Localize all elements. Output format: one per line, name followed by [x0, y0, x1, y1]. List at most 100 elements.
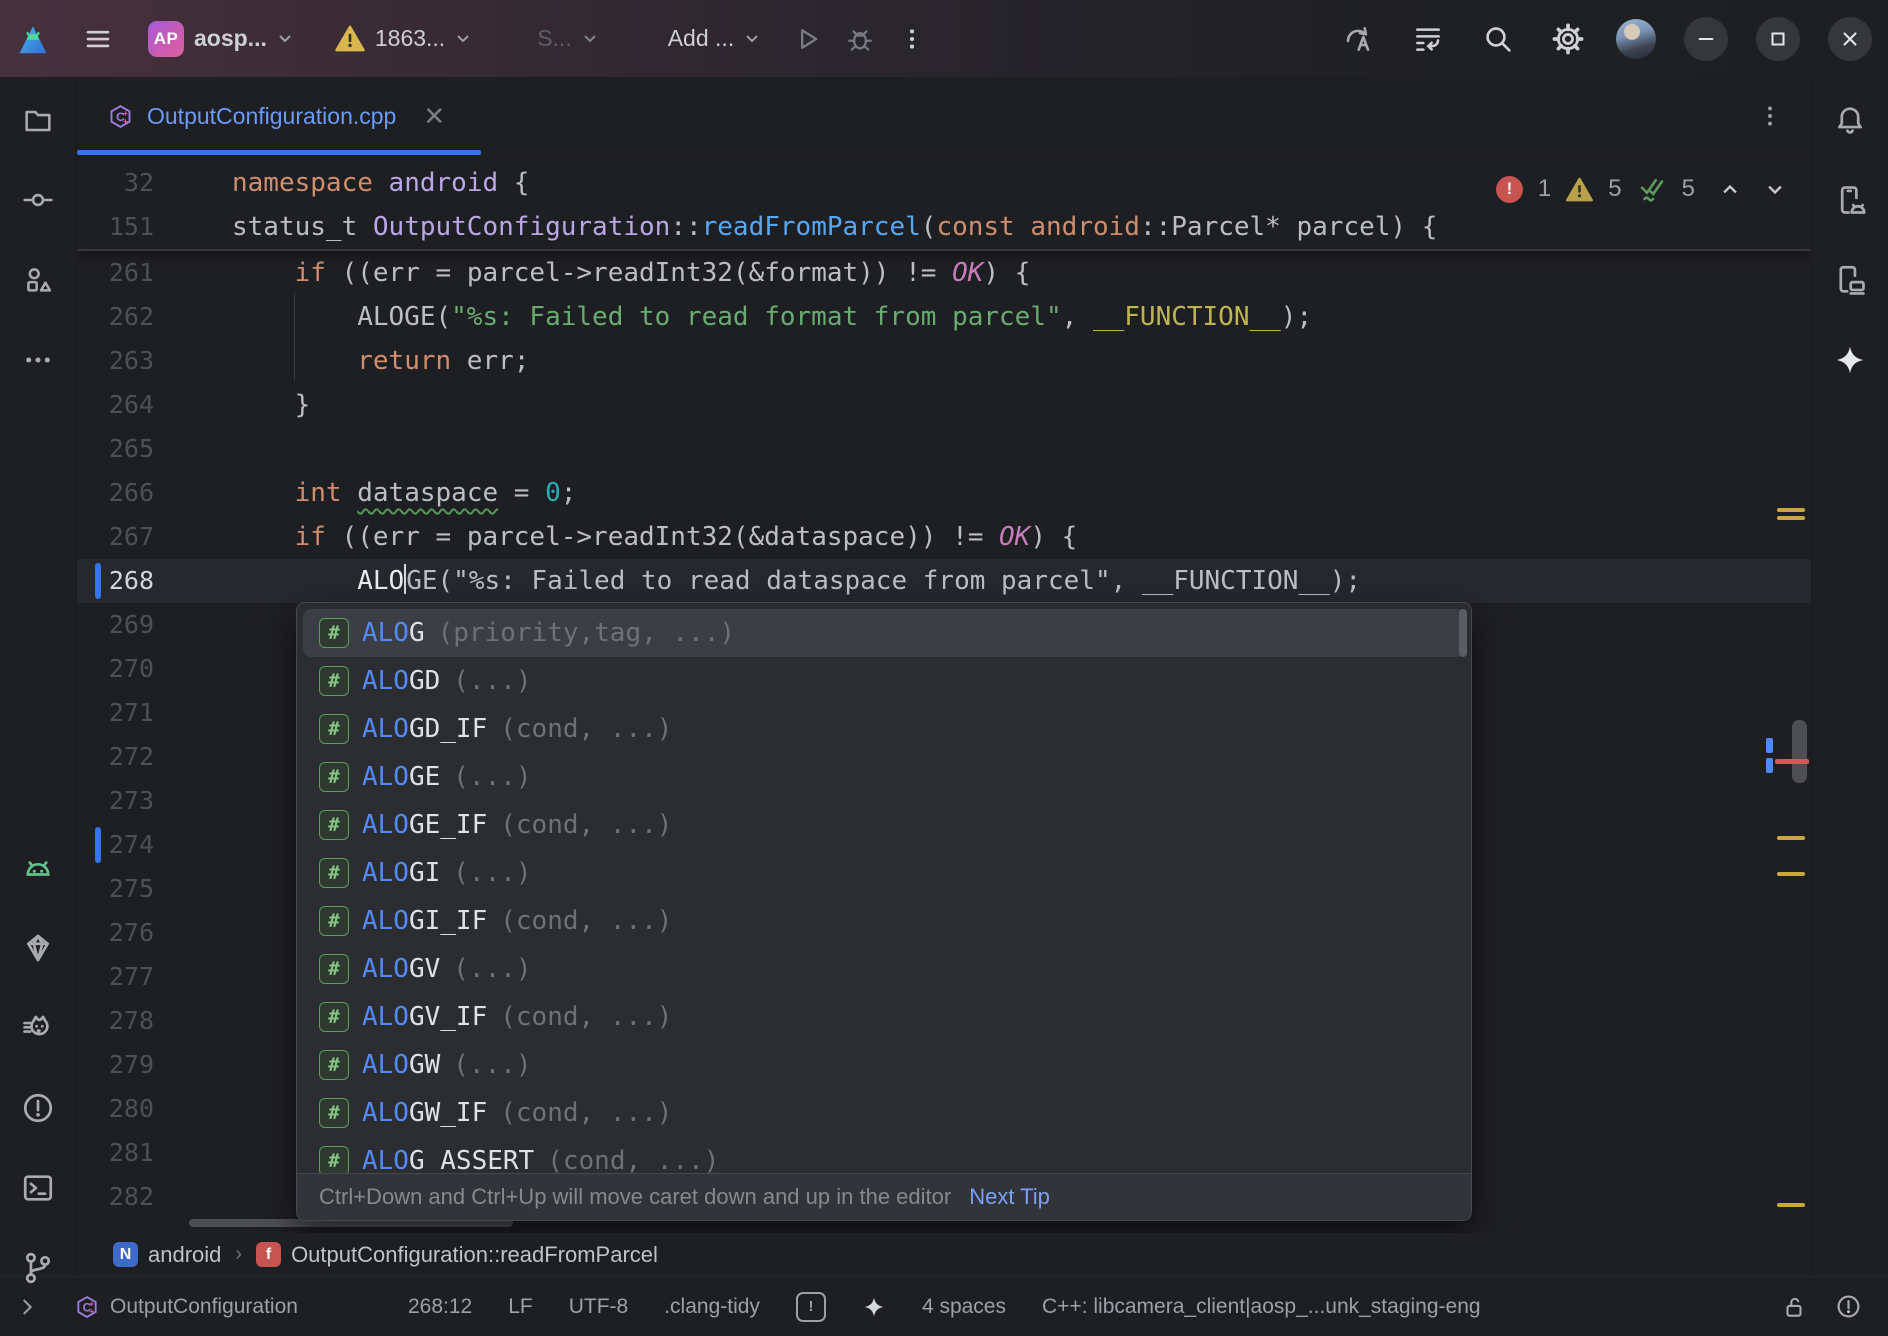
code-text[interactable]: ALOGE("%s: Failed to read format from pa… — [154, 295, 1312, 339]
line-number[interactable]: 275 — [77, 867, 154, 911]
stripe-caret-mark[interactable] — [1766, 738, 1773, 753]
line-number[interactable]: 266 — [77, 471, 154, 515]
warning-count[interactable]: 5 — [1608, 175, 1621, 203]
code-text[interactable] — [154, 427, 232, 471]
linter-widget[interactable]: .clang-tidy — [664, 1295, 760, 1319]
code-text[interactable]: if ((err = parcel->readInt32(&dataspace)… — [154, 515, 1077, 559]
status-file-widget[interactable]: C + + OutputConfiguration — [74, 1294, 298, 1320]
completion-item[interactable]: #ALOGE(...) — [303, 753, 1465, 801]
version-control-tool-button[interactable] — [13, 1243, 63, 1293]
line-number[interactable]: 263 — [77, 339, 154, 383]
line-number[interactable]: 280 — [77, 1087, 154, 1131]
commit-tool-button[interactable] — [13, 175, 63, 225]
completion-item[interactable]: #ALOGD_IF(cond, ...) — [303, 705, 1465, 753]
completion-item[interactable]: #ALOGW_IF(cond, ...) — [303, 1089, 1465, 1137]
inspections-widget[interactable]: ! 1 5 5 — [1496, 169, 1785, 209]
line-number[interactable]: 271 — [77, 691, 154, 735]
stripe-warning-mark[interactable] — [1777, 1203, 1805, 1207]
code-line[interactable]: 151status_t OutputConfiguration::readFro… — [77, 205, 1811, 249]
code-line[interactable]: 263 return err; — [77, 339, 1811, 383]
code-line[interactable]: 262 ALOGE("%s: Failed to read format fro… — [77, 295, 1811, 339]
line-number[interactable]: 277 — [77, 955, 154, 999]
code-line[interactable]: 261 if ((err = parcel->readInt32(&format… — [77, 251, 1811, 295]
app-inspection-tool-button[interactable] — [13, 923, 63, 973]
code-text[interactable] — [154, 867, 232, 911]
passed-count[interactable]: 5 — [1682, 175, 1695, 203]
code-text[interactable]: ALOGE("%s: Failed to read dataspace from… — [154, 559, 1361, 603]
build-target-widget[interactable]: C++: libcamera_client|aosp_...unk_stagin… — [1042, 1295, 1481, 1319]
unlocked-padlock-icon[interactable] — [1781, 1294, 1807, 1320]
device-selector[interactable]: Add ... — [668, 25, 760, 52]
code-line[interactable]: 264 } — [77, 383, 1811, 427]
code-text[interactable] — [154, 911, 232, 955]
code-line[interactable]: 265 — [77, 427, 1811, 471]
inspections-bubble-icon[interactable]: ! — [796, 1292, 826, 1322]
code-line[interactable]: 268 ALOGE("%s: Failed to read dataspace … — [77, 559, 1811, 603]
more-tool-windows-button[interactable] — [13, 335, 63, 385]
running-devices-button[interactable] — [1825, 255, 1875, 305]
chevron-up-icon[interactable] — [1720, 183, 1740, 196]
close-button[interactable] — [1828, 17, 1872, 61]
line-number[interactable]: 268 — [77, 559, 154, 603]
change-marker[interactable] — [95, 563, 101, 599]
code-text[interactable] — [154, 691, 232, 735]
line-number[interactable]: 281 — [77, 1131, 154, 1175]
line-number[interactable]: 278 — [77, 999, 154, 1043]
chevron-right-icon[interactable] — [16, 1296, 38, 1318]
line-number[interactable]: 282 — [77, 1175, 154, 1219]
code-text[interactable] — [154, 779, 232, 823]
code-text[interactable]: } — [154, 383, 310, 427]
task-history-button[interactable] — [1406, 17, 1450, 61]
problems-tool-button[interactable] — [13, 1083, 63, 1133]
code-text[interactable]: namespace android { — [154, 161, 529, 205]
code-text[interactable] — [154, 603, 232, 647]
completion-item[interactable]: #ALOGV(...) — [303, 945, 1465, 993]
stripe-caret-mark[interactable] — [1766, 758, 1773, 773]
code-text[interactable] — [154, 735, 232, 779]
vcs-warning-widget[interactable]: 1863... — [335, 25, 471, 52]
line-number[interactable]: 267 — [77, 515, 154, 559]
user-avatar[interactable] — [1616, 19, 1656, 59]
main-menu-button[interactable] — [76, 17, 120, 61]
breadcrumb-item[interactable]: fOutputConfiguration::readFromParcel — [256, 1242, 658, 1268]
error-count[interactable]: 1 — [1538, 175, 1551, 203]
code-text[interactable]: return err; — [154, 339, 529, 383]
encoding-widget[interactable]: UTF-8 — [569, 1295, 629, 1319]
device-manager-button[interactable] — [1825, 175, 1875, 225]
line-number[interactable]: 270 — [77, 647, 154, 691]
logcat-tool-button[interactable] — [13, 843, 63, 893]
code-line[interactable]: 266 int dataspace = 0; — [77, 471, 1811, 515]
stripe-warning-mark[interactable] — [1777, 508, 1805, 512]
stripe-warning-mark[interactable] — [1777, 872, 1805, 876]
stripe-error-mark[interactable] — [1775, 759, 1809, 764]
completion-item[interactable]: #ALOGD(...) — [303, 657, 1465, 705]
project-tool-button[interactable] — [13, 95, 63, 145]
code-text[interactable] — [154, 1175, 232, 1219]
code-text[interactable]: status_t OutputConfiguration::readFromPa… — [154, 205, 1437, 249]
change-marker[interactable] — [95, 827, 101, 863]
code-text[interactable]: if ((err = parcel->readInt32(&format)) !… — [154, 251, 1030, 295]
sparkle-icon[interactable] — [862, 1295, 886, 1319]
line-number[interactable]: 279 — [77, 1043, 154, 1087]
tab-outputconfiguration-cpp[interactable]: C + + OutputConfiguration.cpp ✕ — [77, 77, 481, 155]
debug-button[interactable] — [838, 17, 882, 61]
completion-item[interactable]: #ALOG(priority,tag, ...) — [303, 609, 1465, 657]
line-number[interactable]: 269 — [77, 603, 154, 647]
search-everywhere-button[interactable] — [1476, 17, 1520, 61]
line-number[interactable]: 32 — [77, 161, 154, 205]
line-number[interactable]: 265 — [77, 427, 154, 471]
breadcrumb-item[interactable]: Nandroid — [113, 1242, 221, 1268]
line-number[interactable]: 261 — [77, 251, 154, 295]
code-text[interactable] — [154, 1087, 232, 1131]
line-number[interactable]: 272 — [77, 735, 154, 779]
code-text[interactable] — [154, 823, 232, 867]
line-number[interactable]: 274 — [77, 823, 154, 867]
run-config-selector[interactable]: S... — [537, 25, 598, 52]
run-button[interactable] — [786, 17, 830, 61]
vertical-scrollbar[interactable] — [1792, 720, 1807, 783]
line-number[interactable]: 276 — [77, 911, 154, 955]
next-tip-link[interactable]: Next Tip — [969, 1184, 1050, 1210]
stripe-warning-mark[interactable] — [1777, 836, 1805, 840]
popup-scrollbar[interactable] — [1459, 609, 1467, 657]
terminal-tool-button[interactable] — [13, 1163, 63, 1213]
